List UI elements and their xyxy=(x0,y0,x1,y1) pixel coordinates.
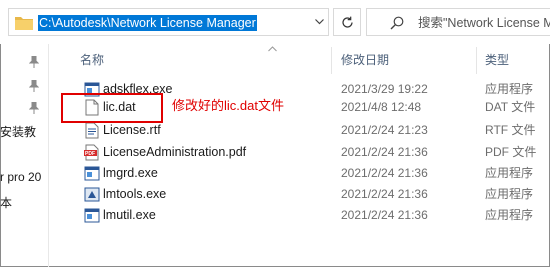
file-date: 2021/2/24 21:36 xyxy=(341,208,428,222)
file-type: RTF 文件 xyxy=(485,123,536,137)
file-name: lmgrd.exe xyxy=(103,166,158,180)
file-name: lmutil.exe xyxy=(103,208,156,222)
rtf-icon xyxy=(85,122,99,139)
column-header-name[interactable]: 名称 xyxy=(80,52,104,68)
column-header-date[interactable]: 修改日期 xyxy=(341,52,389,68)
pdf-icon: PDF xyxy=(84,144,99,161)
search-box[interactable]: 搜索"Network License M xyxy=(366,8,550,36)
file-date: 2021/4/8 12:48 xyxy=(341,100,422,114)
file-type: DAT 文件 xyxy=(485,100,536,114)
file-type: 应用程序 xyxy=(485,166,534,180)
file-name: LicenseAdministration.pdf xyxy=(103,145,247,159)
address-toolbar: C:\Autodesk\Network License Manager 搜索"N… xyxy=(0,0,550,44)
file-type: 应用程序 xyxy=(485,187,534,201)
lmtools-icon xyxy=(84,187,100,202)
file-date: 2021/2/24 21:23 xyxy=(341,123,428,137)
file-date: 2021/2/24 21:36 xyxy=(341,166,428,180)
file-row[interactable]: lmtools.exe 2021/2/24 21:36 应用程序 xyxy=(0,184,550,205)
svg-text:PDF: PDF xyxy=(85,151,95,157)
search-placeholder: 搜索"Network License M xyxy=(418,16,550,30)
file-type: 应用程序 xyxy=(485,208,534,222)
exe-icon xyxy=(84,208,100,223)
address-path[interactable]: C:\Autodesk\Network License Manager xyxy=(38,15,257,31)
column-divider[interactable] xyxy=(476,47,477,74)
refresh-button[interactable] xyxy=(333,8,361,36)
file-row[interactable]: lmgrd.exe 2021/2/24 21:36 应用程序 xyxy=(0,163,550,184)
address-bar[interactable]: C:\Autodesk\Network License Manager xyxy=(8,8,329,36)
file-row[interactable]: lmutil.exe 2021/2/24 21:36 应用程序 xyxy=(0,205,550,226)
file-type: 应用程序 xyxy=(485,82,534,96)
folder-icon xyxy=(15,17,33,30)
file-name: License.rtf xyxy=(103,123,161,137)
file-type: PDF 文件 xyxy=(485,145,537,159)
chevron-down-icon[interactable] xyxy=(310,9,328,35)
column-header-type[interactable]: 类型 xyxy=(485,52,509,68)
sort-ascending-icon xyxy=(268,46,277,52)
file-date: 2021/3/29 19:22 xyxy=(341,82,428,96)
file-row[interactable]: License.rtf 2021/2/24 21:23 RTF 文件 xyxy=(0,120,550,141)
refresh-icon xyxy=(341,16,353,28)
pin-icon[interactable] xyxy=(29,56,39,68)
annotation-text: 修改好的lic.dat文件 xyxy=(172,98,284,113)
file-date: 2021/2/24 21:36 xyxy=(341,187,428,201)
highlight-box xyxy=(61,93,163,123)
search-icon xyxy=(390,16,404,30)
file-row[interactable]: PDF LicenseAdministration.pdf 2021/2/24 … xyxy=(0,142,550,163)
column-divider[interactable] xyxy=(331,47,332,74)
exe-icon xyxy=(84,166,100,181)
file-date: 2021/2/24 21:36 xyxy=(341,145,428,159)
file-name: lmtools.exe xyxy=(103,187,167,201)
